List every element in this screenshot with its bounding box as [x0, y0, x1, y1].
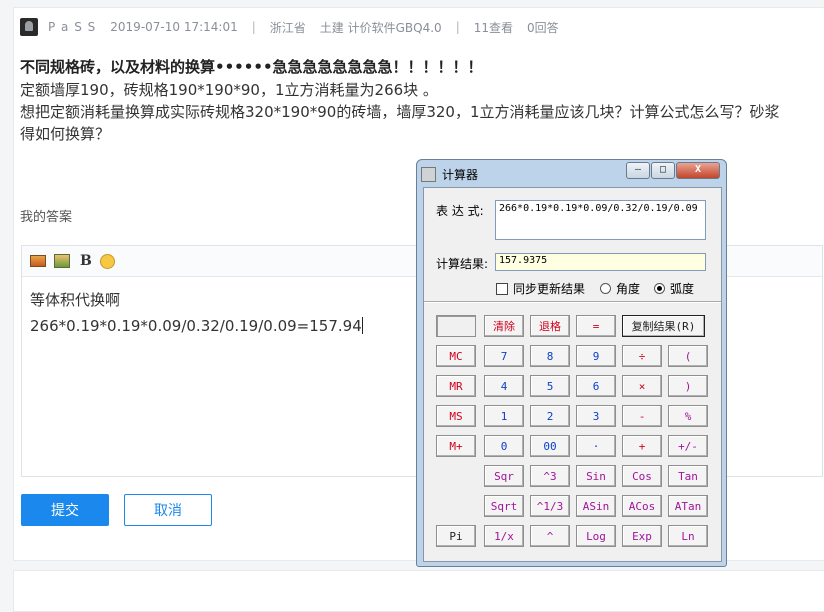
calculator-window: 计算器 — □ X 表 达 式: 266*0.19*0.19*0.09/0.32… [416, 159, 727, 567]
ln-button[interactable]: Ln [668, 525, 708, 547]
ms-button[interactable]: MS [436, 405, 476, 427]
question-line: 定额墙厚190，砖规格190*190*90，1立方消耗量为266块 。 [20, 81, 438, 99]
radian-radio[interactable]: 弧度 [654, 280, 694, 297]
mc-button[interactable]: MC [436, 345, 476, 367]
question-body: 定额墙厚190，砖规格190*190*90，1立方消耗量为266块 。 想把定额… [20, 79, 780, 145]
cube-button[interactable]: ^3 [530, 465, 570, 487]
submit-button[interactable]: 提交 [21, 494, 109, 526]
degree-radio[interactable]: 角度 [600, 280, 640, 297]
right-paren-button[interactable]: ) [668, 375, 708, 397]
expression-label: 表 达 式: [436, 204, 484, 218]
sync-checkbox[interactable]: 同步更新结果 [496, 280, 585, 297]
log-button[interactable]: Log [576, 525, 616, 547]
square-button[interactable]: Sqr [484, 465, 524, 487]
radio-on-icon [654, 283, 665, 294]
key-4[interactable]: 4 [484, 375, 524, 397]
power-button[interactable]: ^ [530, 525, 570, 547]
expression-field[interactable]: 266*0.19*0.19*0.09/0.32/0.19/0.09 [495, 200, 706, 240]
tan-button[interactable]: Tan [668, 465, 708, 487]
question-line: 得如何换算？ [20, 125, 111, 143]
decimal-button[interactable]: · [576, 435, 616, 457]
maximize-button[interactable]: □ [651, 162, 675, 179]
window-controls: — □ X [625, 162, 720, 179]
multiply-button[interactable]: × [622, 375, 662, 397]
key-1[interactable]: 1 [484, 405, 524, 427]
emoji-icon[interactable] [99, 253, 115, 269]
exp-button[interactable]: Exp [622, 525, 662, 547]
key-0[interactable]: 0 [484, 435, 524, 457]
minimize-button[interactable]: — [626, 162, 650, 179]
sqrt-button[interactable]: Sqrt [484, 495, 524, 517]
key-3[interactable]: 3 [576, 405, 616, 427]
key-00[interactable]: 00 [530, 435, 570, 457]
tags[interactable]: 土建 计价软件GBQ4.0 [320, 19, 442, 36]
divide-button[interactable]: ÷ [622, 345, 662, 367]
insert-image-icon[interactable] [30, 255, 46, 267]
checkbox-icon [496, 282, 508, 295]
cube-root-button[interactable]: ^1/3 [530, 495, 570, 517]
percent-button[interactable]: % [668, 405, 708, 427]
atan-button[interactable]: ATan [668, 495, 708, 517]
avatar[interactable] [20, 18, 38, 36]
question-line: 想把定额消耗量换算成实际砖规格320*190*90的砖墙，墙厚320，1立方消耗… [20, 103, 780, 121]
key-9[interactable]: 9 [576, 345, 616, 367]
clear-button[interactable]: 清除 [484, 315, 524, 337]
copy-result-button[interactable]: 复制结果(R) [622, 315, 705, 337]
key-6[interactable]: 6 [576, 375, 616, 397]
answer-count: 0回答 [527, 20, 559, 35]
acos-button[interactable]: ACos [622, 495, 662, 517]
plus-button[interactable]: + [622, 435, 662, 457]
reciprocal-button[interactable]: 1/x [484, 525, 524, 547]
province[interactable]: 浙江省 [270, 19, 306, 36]
post-datetime: 2019-07-10 17:14:01 [110, 20, 238, 34]
meta-separator: | [251, 20, 256, 34]
result-field[interactable]: 157.9375 [495, 253, 706, 271]
calculator-icon [421, 166, 436, 182]
key-8[interactable]: 8 [530, 345, 570, 367]
question-title: 不同规格砖，以及材料的换算••••••急急急急急急急急！！！！！！ [20, 58, 483, 76]
next-card [13, 570, 824, 612]
close-button[interactable]: X [676, 162, 720, 179]
my-answer-heading: 我的答案 [20, 210, 73, 225]
cancel-button[interactable]: 取消 [124, 494, 212, 526]
meta-separator: | [455, 20, 460, 34]
minus-button[interactable]: - [622, 405, 662, 427]
key-2[interactable]: 2 [530, 405, 570, 427]
left-paren-button[interactable]: ( [668, 345, 708, 367]
negate-button[interactable]: +/- [668, 435, 708, 457]
text-caret [361, 317, 363, 334]
view-count: 11查看 [473, 20, 514, 35]
key-7[interactable]: 7 [484, 345, 524, 367]
radio-off-icon [600, 283, 611, 294]
key-5[interactable]: 5 [530, 375, 570, 397]
bold-button[interactable]: B [80, 253, 92, 269]
username[interactable]: P a S S [48, 20, 96, 34]
sin-button[interactable]: Sin [576, 465, 616, 487]
mr-button[interactable]: MR [436, 375, 476, 397]
upload-image-icon[interactable] [54, 254, 70, 268]
result-label: 计算结果: [436, 257, 489, 271]
calculator-titlebar[interactable]: 计算器 [421, 164, 478, 184]
question-meta: P a S S 2019-07-10 17:14:01 | 浙江省 土建 计价软… [20, 18, 559, 36]
memory-indicator [436, 315, 476, 337]
asin-button[interactable]: ASin [576, 495, 616, 517]
calculator-divider [424, 301, 721, 303]
m-plus-button[interactable]: M+ [436, 435, 476, 457]
equals-button[interactable]: = [576, 315, 616, 337]
pi-button[interactable]: Pi [436, 525, 476, 547]
calculator-title: 计算器 [442, 167, 479, 182]
cos-button[interactable]: Cos [622, 465, 662, 487]
backspace-button[interactable]: 退格 [530, 315, 570, 337]
calculator-body: 表 达 式: 266*0.19*0.19*0.09/0.32/0.19/0.09… [423, 187, 722, 562]
